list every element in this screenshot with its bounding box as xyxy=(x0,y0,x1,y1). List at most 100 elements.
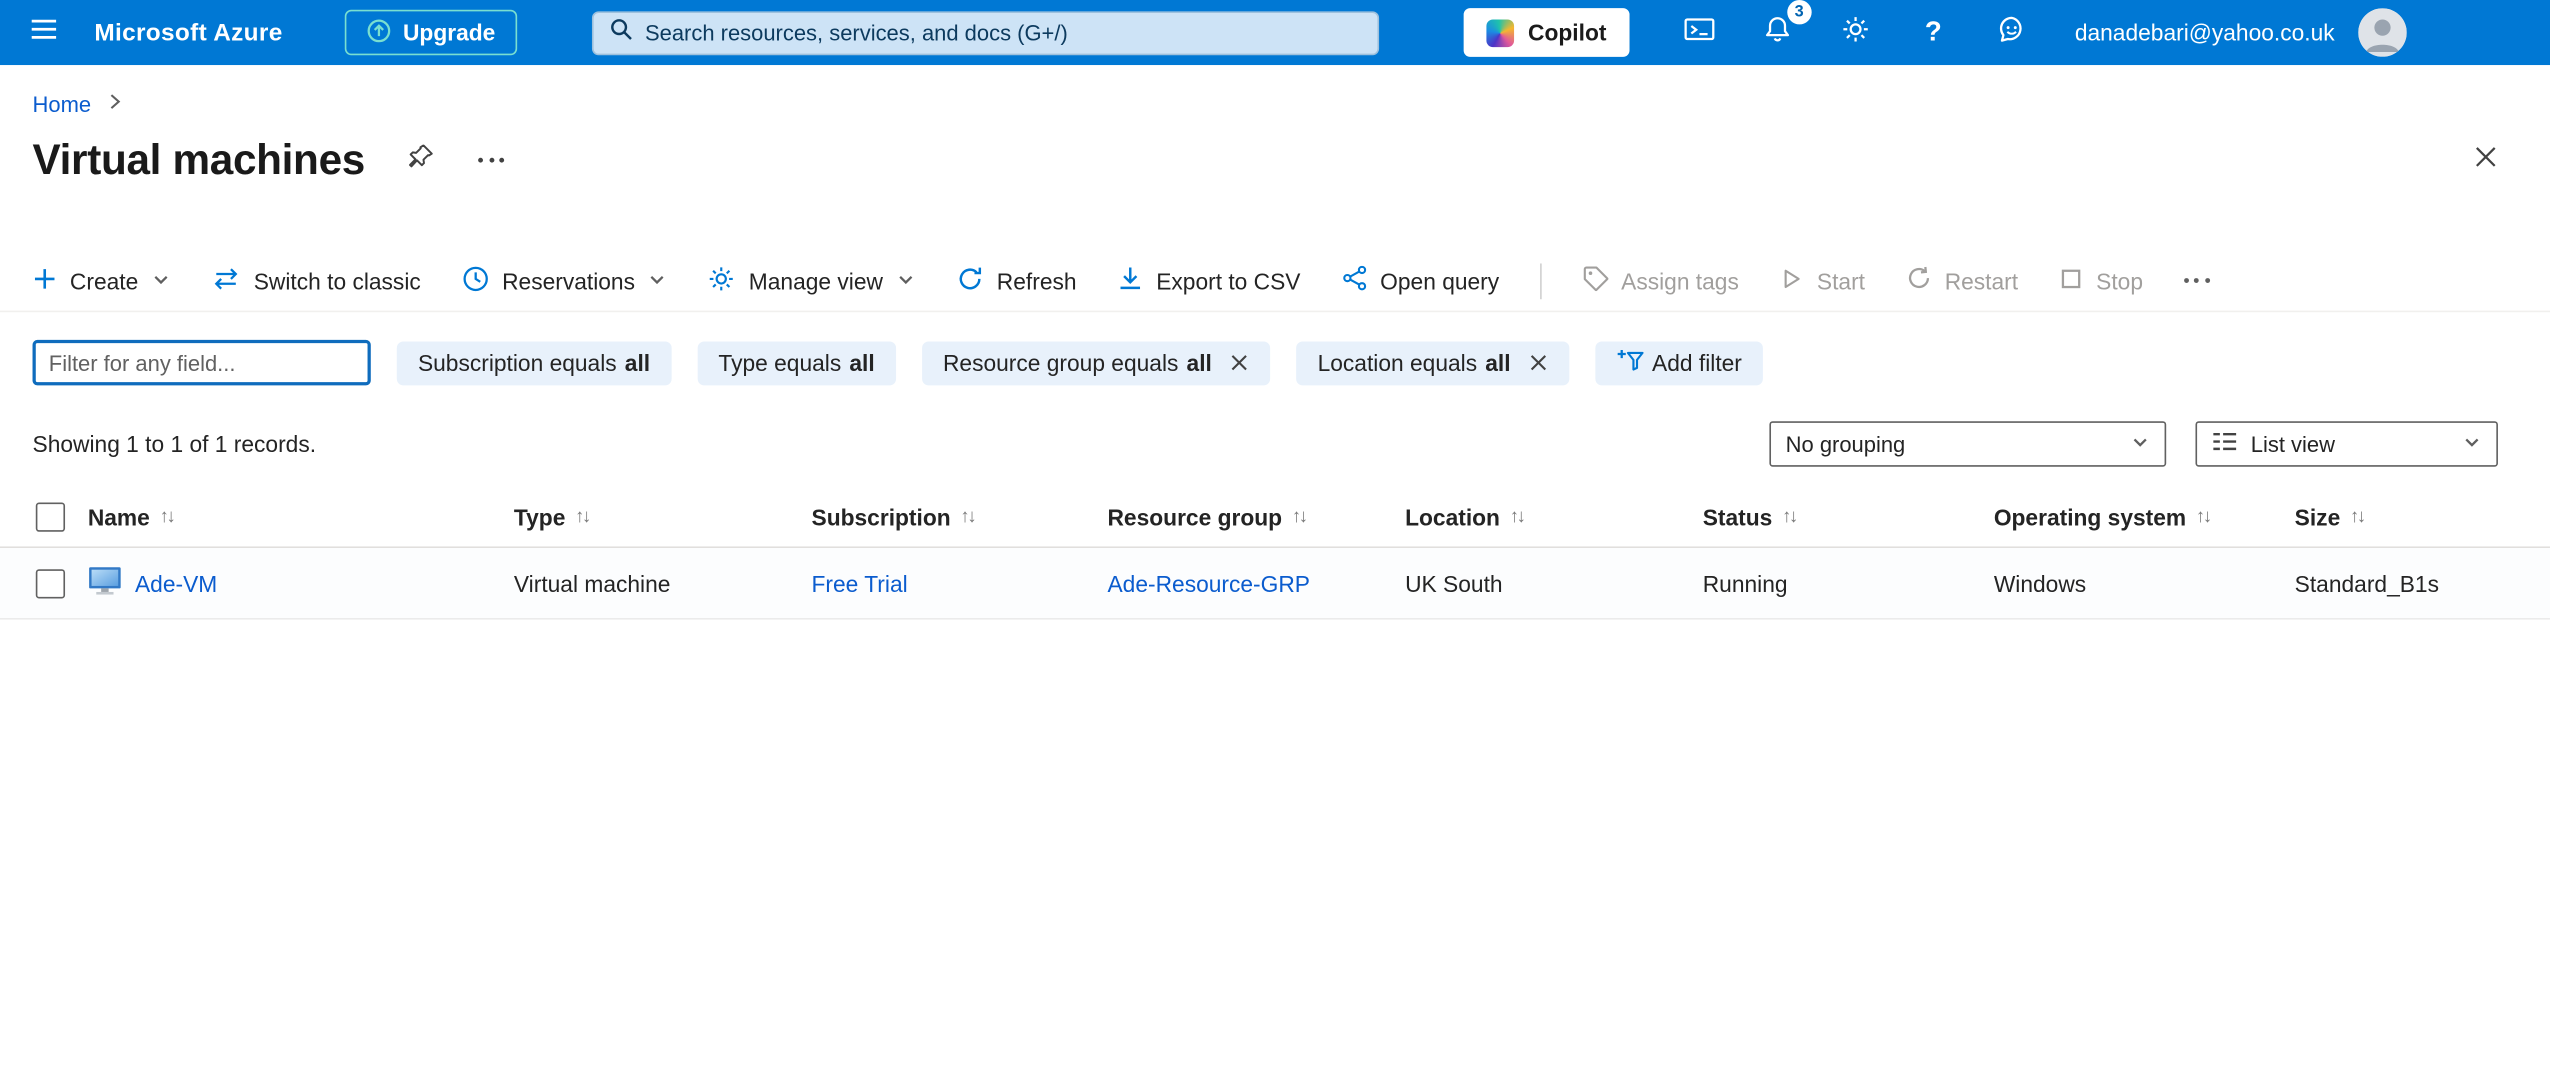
add-filter-icon xyxy=(1616,348,1644,377)
filter-pill-type[interactable]: Type equals all xyxy=(697,340,896,385)
filter-bar: Subscription equals all Type equals all … xyxy=(0,339,2550,386)
tag-icon xyxy=(1582,265,1609,296)
cell-subscription: Free Trial xyxy=(812,570,1108,596)
breadcrumb: Home xyxy=(0,65,2550,119)
resource-group-link[interactable]: Ade-Resource-GRP xyxy=(1107,570,1309,596)
copilot-button[interactable]: Copilot xyxy=(1462,8,1630,57)
close-blade-button[interactable] xyxy=(2474,144,2498,177)
chevron-down-icon xyxy=(2130,432,2150,456)
column-header-status[interactable]: Status ↑↓ xyxy=(1703,504,1994,530)
notifications-button[interactable]: 3 xyxy=(1750,0,1812,60)
column-header-name[interactable]: Name ↑↓ xyxy=(88,504,514,530)
add-filter-button[interactable]: Add filter xyxy=(1595,340,1764,385)
command-bar: Create Switch to classic Reservations Ma… xyxy=(0,250,2550,313)
ellipsis-icon xyxy=(2183,278,2210,283)
cell-location: UK South xyxy=(1405,570,1503,597)
help-icon: ? xyxy=(1924,16,1942,48)
filter-pill-resource-group[interactable]: Resource group equals all xyxy=(921,340,1271,385)
refresh-icon xyxy=(956,264,984,297)
account-email[interactable]: danadebari@yahoo.co.uk xyxy=(2075,20,2335,46)
cell-resource-group: Ade-Resource-GRP xyxy=(1107,570,1405,596)
help-button[interactable]: ? xyxy=(1906,5,1961,60)
virtual-machine-icon xyxy=(88,566,122,600)
manage-view-button[interactable]: Manage view xyxy=(708,264,915,297)
assign-tags-button[interactable]: Assign tags xyxy=(1582,265,1739,296)
switch-to-classic-button[interactable]: Switch to classic xyxy=(211,266,421,295)
column-header-size[interactable]: Size ↑↓ xyxy=(2295,504,2528,530)
records-summary: Showing 1 to 1 of 1 records. xyxy=(32,430,317,457)
grouping-select[interactable]: No grouping xyxy=(1769,421,2167,467)
sort-icon: ↑↓ xyxy=(1509,507,1526,527)
gear-icon xyxy=(708,264,736,297)
column-header-operating-system[interactable]: Operating system ↑↓ xyxy=(1994,504,2295,530)
filter-input[interactable] xyxy=(32,339,371,386)
select-all-checkbox[interactable] xyxy=(35,502,66,532)
page-more-button[interactable] xyxy=(478,157,505,163)
hamburger-icon xyxy=(28,12,61,53)
search-input[interactable] xyxy=(644,20,1363,45)
copilot-label: Copilot xyxy=(1528,19,1607,46)
sort-icon: ↑↓ xyxy=(960,507,976,527)
brand-title[interactable]: Microsoft Azure xyxy=(94,19,282,47)
clock-icon xyxy=(461,264,489,297)
azure-portal: Microsoft Azure Upgrade Copilot xyxy=(0,0,2550,1080)
table-row[interactable]: Ade-VM Virtual machine Free Trial Ade-Re… xyxy=(0,548,2550,620)
upgrade-icon xyxy=(366,17,392,48)
breadcrumb-home-link[interactable]: Home xyxy=(33,92,92,116)
upgrade-label: Upgrade xyxy=(402,19,496,46)
refresh-button[interactable]: Refresh xyxy=(956,264,1077,297)
sort-icon: ↑↓ xyxy=(2195,507,2212,527)
reservations-button[interactable]: Reservations xyxy=(461,264,667,297)
upgrade-button[interactable]: Upgrade xyxy=(344,9,517,56)
column-header-subscription[interactable]: Subscription ↑↓ xyxy=(812,504,1108,530)
remove-filter-button[interactable] xyxy=(1230,353,1250,373)
list-controls: Showing 1 to 1 of 1 records. No grouping… xyxy=(0,421,2550,467)
cell-operating-system: Windows xyxy=(1993,570,2087,597)
column-header-resource-group[interactable]: Resource group ↑↓ xyxy=(1107,504,1405,530)
sort-icon: ↑↓ xyxy=(1782,507,1798,527)
chevron-down-icon xyxy=(896,268,916,294)
restart-icon xyxy=(1906,265,1932,296)
vm-name-link[interactable]: Ade-VM xyxy=(135,570,217,596)
export-to-csv-button[interactable]: Export to CSV xyxy=(1117,265,1300,296)
cell-name: Ade-VM xyxy=(88,566,514,600)
notification-badge: 3 xyxy=(1786,0,1812,25)
filter-pill-location[interactable]: Location equals all xyxy=(1296,340,1570,385)
pin-icon xyxy=(407,141,436,178)
remove-filter-button[interactable] xyxy=(1528,353,1548,373)
column-header-location[interactable]: Location ↑↓ xyxy=(1405,504,1703,530)
start-button[interactable]: Start xyxy=(1780,266,1865,295)
cell-size: Standard_B1s xyxy=(2294,570,2439,597)
subscription-link[interactable]: Free Trial xyxy=(812,570,908,596)
stop-button[interactable]: Stop xyxy=(2059,266,2143,295)
table-header: Name ↑↓ Type ↑↓ Subscription ↑↓ Resource gr… xyxy=(0,488,2550,549)
chevron-right-icon xyxy=(106,89,124,118)
toolbar-more-button[interactable] xyxy=(2183,278,2210,283)
filter-pill-subscription[interactable]: Subscription equals all xyxy=(396,340,672,385)
pin-button[interactable] xyxy=(407,141,436,178)
cloud-shell-button[interactable] xyxy=(1672,5,1727,60)
column-header-type[interactable]: Type ↑↓ xyxy=(514,504,812,530)
play-icon xyxy=(1780,266,1804,295)
feedback-icon xyxy=(1997,14,2026,51)
row-checkbox[interactable] xyxy=(35,568,66,598)
avatar[interactable] xyxy=(2357,8,2407,57)
bell-icon xyxy=(1763,14,1792,51)
settings-button[interactable] xyxy=(1828,5,1883,60)
chevron-down-icon xyxy=(151,268,171,294)
view-select[interactable]: List view xyxy=(2195,421,2498,467)
page-header: Virtual machines xyxy=(0,119,2550,186)
top-bar-actions: 3 ? xyxy=(1672,0,2040,60)
feedback-button[interactable] xyxy=(1984,5,2039,60)
restart-button[interactable]: Restart xyxy=(1906,265,2018,296)
list-view-icon xyxy=(2212,431,2238,457)
close-icon xyxy=(2474,144,2498,177)
swap-arrows-icon xyxy=(211,266,240,295)
query-nodes-icon xyxy=(1341,265,1367,296)
gear-icon xyxy=(1841,14,1870,51)
sort-icon: ↑↓ xyxy=(1291,507,1308,527)
chevron-down-icon xyxy=(648,268,668,294)
open-query-button[interactable]: Open query xyxy=(1341,265,1499,296)
hamburger-menu-button[interactable] xyxy=(16,5,71,60)
create-button[interactable]: Create xyxy=(33,266,171,295)
